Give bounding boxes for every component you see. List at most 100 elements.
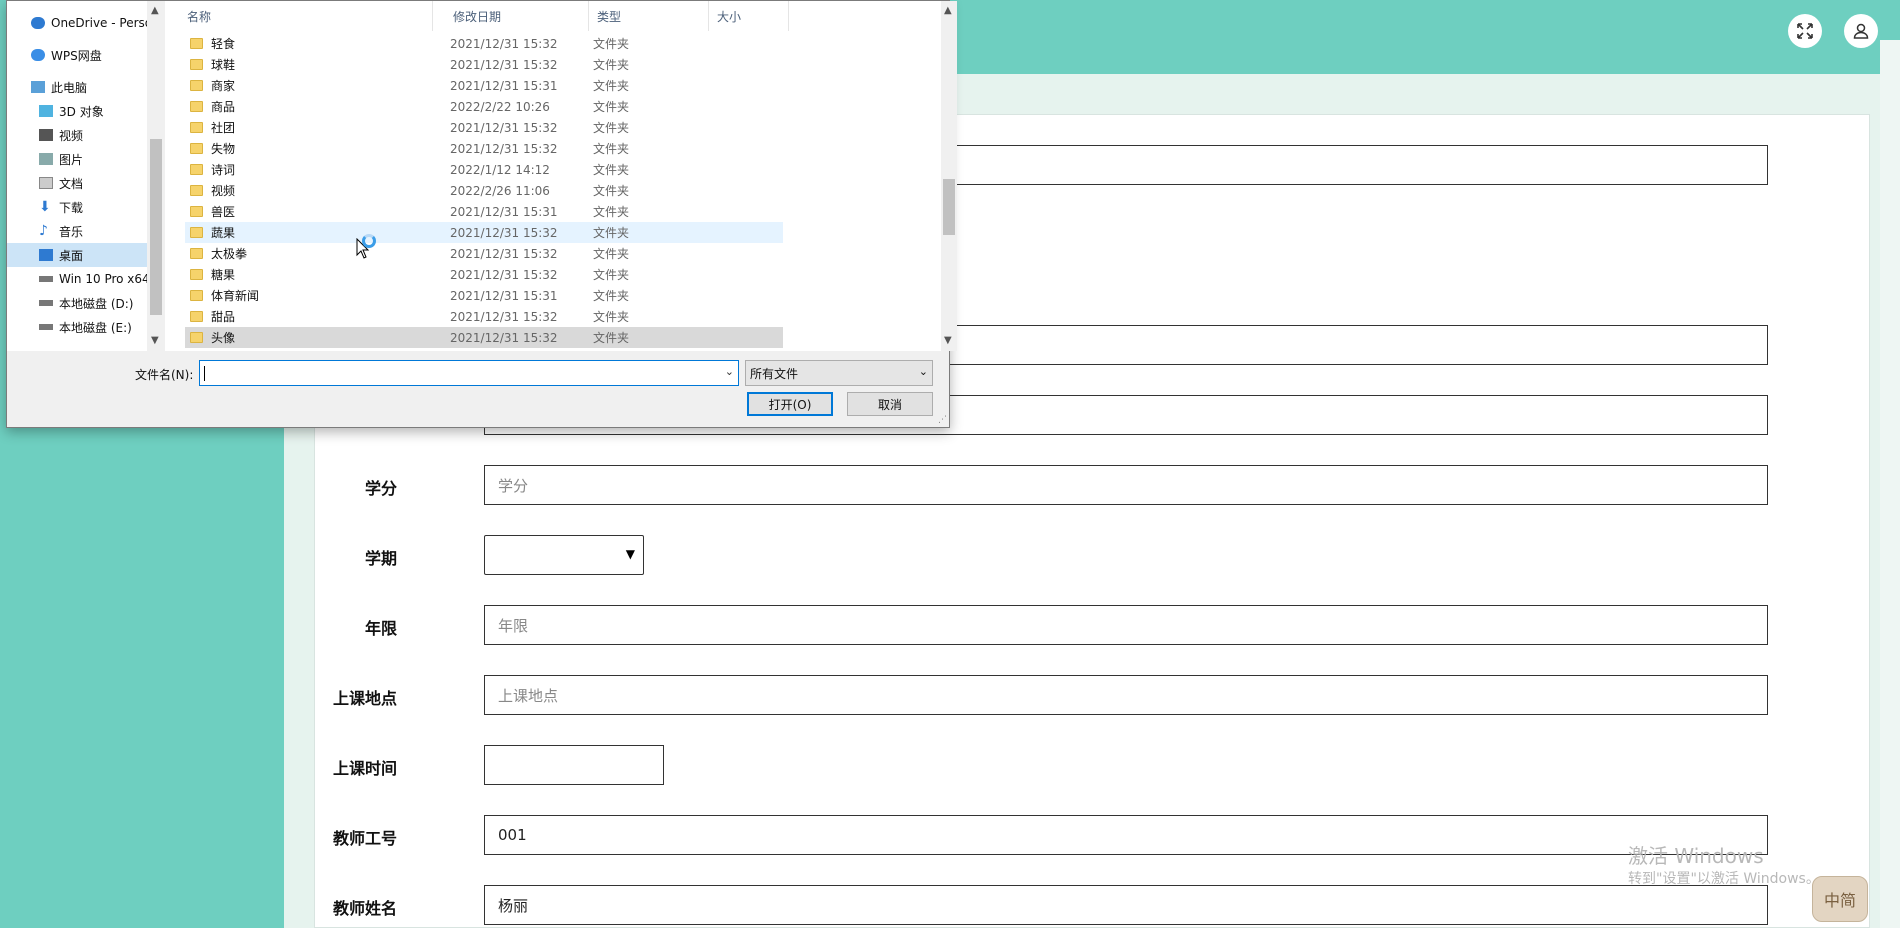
file-row[interactable]: 太极拳 2021/12/31 15:32 文件夹 (185, 243, 783, 264)
activation-watermark-text: 转到"设置"以激活 Windows。 (1628, 871, 1820, 887)
nav-onedrive[interactable]: OneDrive - Perso (7, 11, 147, 35)
years-label: 年限 (364, 619, 397, 638)
nav-scroll-thumb[interactable] (150, 139, 162, 315)
form-row-credit: 学分 学分 (315, 465, 1871, 507)
file-row-selected[interactable]: 头像 2021/12/31 15:32 文件夹 (185, 327, 783, 348)
teacher-id-input[interactable]: 001 (484, 815, 1768, 855)
scroll-down-arrow-icon[interactable]: ▼ (151, 335, 159, 346)
picture-icon (39, 153, 53, 165)
column-type[interactable]: 类型 (589, 1, 709, 31)
file-row[interactable]: 社团 2021/12/31 15:32 文件夹 (185, 117, 783, 138)
years-input[interactable]: 年限 (484, 605, 1768, 645)
side-decoration (1880, 40, 1900, 928)
user-icon[interactable] (1844, 14, 1878, 48)
chevron-down-icon[interactable]: ⌄ (725, 365, 734, 378)
folder-icon (190, 185, 203, 196)
scroll-up-arrow-icon[interactable]: ▲ (151, 5, 159, 16)
credit-input[interactable]: 学分 (484, 465, 1768, 505)
expand-icon[interactable] (1788, 14, 1822, 48)
form-row-location: 上课地点 上课地点 (315, 675, 1871, 717)
nav-wps[interactable]: WPS网盘 (7, 43, 147, 67)
navigation-pane: OneDrive - Perso WPS网盘 此电脑 3D 对象 视频 图片 文… (7, 1, 147, 351)
teacher-id-label: 教师工号 (332, 829, 397, 848)
busy-spinner-icon (362, 234, 376, 248)
folder-icon (190, 206, 203, 217)
file-row[interactable]: 视频 2022/2/26 11:06 文件夹 (185, 180, 783, 201)
folder-icon (190, 38, 203, 49)
file-open-dialog: OneDrive - Perso WPS网盘 此电脑 3D 对象 视频 图片 文… (6, 0, 957, 428)
file-list-scrollbar[interactable]: ▲ ▼ (941, 1, 957, 351)
nav-drive-e[interactable]: 本地磁盘 (E:) (7, 315, 147, 339)
teacher-name-input[interactable]: 杨丽 (484, 885, 1768, 925)
location-input[interactable]: 上课地点 (484, 675, 1768, 715)
file-list: 名称 修改日期 类型 大小 轻食 2021/12/31 15:32 文件夹 球鞋 20… (165, 1, 941, 351)
file-type-filter[interactable]: 所有文件 ⌄ (745, 360, 933, 386)
file-row[interactable]: 兽医 2021/12/31 15:31 文件夹 (185, 201, 783, 222)
cube-icon (39, 105, 53, 117)
drive-icon (39, 300, 53, 306)
nav-pictures[interactable]: 图片 (7, 147, 147, 171)
folder-icon (190, 164, 203, 175)
teacher-name-label: 教师姓名 (332, 899, 397, 918)
form-row-years: 年限 年限 (315, 605, 1871, 647)
resize-grip-icon[interactable]: ⋰ (938, 415, 947, 425)
nav-drive-c[interactable]: Win 10 Pro x64 (7, 267, 147, 291)
file-row[interactable]: 失物 2021/12/31 15:32 文件夹 (185, 138, 783, 159)
folder-icon (190, 143, 203, 154)
text-caret (204, 366, 205, 381)
folder-icon (190, 59, 203, 70)
nav-scrollbar[interactable]: ▲ ▼ (147, 1, 165, 351)
nav-downloads[interactable]: ⬇ 下载 (7, 195, 147, 219)
cancel-button[interactable]: 取消 (847, 392, 933, 416)
file-row[interactable]: 商家 2021/12/31 15:31 文件夹 (185, 75, 783, 96)
time-label: 上课时间 (332, 759, 397, 778)
form-row-term: 学期 ▼ (315, 535, 1871, 577)
folder-icon (190, 290, 203, 301)
nav-documents[interactable]: 文档 (7, 171, 147, 195)
open-button[interactable]: 打开(O) (747, 392, 833, 416)
form-row-teacher-name: 教师姓名 杨丽 (315, 885, 1871, 927)
file-row[interactable]: 轻食 2021/12/31 15:32 文件夹 (185, 33, 783, 54)
column-date[interactable]: 修改日期 (445, 1, 589, 31)
chevron-down-icon: ▼ (625, 547, 635, 561)
music-icon: ♪ (39, 223, 48, 239)
file-row[interactable]: 球鞋 2021/12/31 15:32 文件夹 (185, 54, 783, 75)
folder-icon (190, 332, 203, 343)
scroll-down-arrow-icon[interactable]: ▼ (944, 335, 952, 346)
folder-icon (190, 227, 203, 238)
ime-indicator[interactable]: 中简 (1812, 876, 1868, 922)
file-row[interactable]: 商品 2022/2/22 10:26 文件夹 (185, 96, 783, 117)
cloud-icon (31, 49, 45, 61)
file-row[interactable]: 甜品 2021/12/31 15:32 文件夹 (185, 306, 783, 327)
folder-icon (190, 80, 203, 91)
chevron-down-icon: ⌄ (918, 365, 928, 378)
scroll-up-arrow-icon[interactable]: ▲ (944, 5, 952, 16)
term-label: 学期 (364, 549, 397, 568)
computer-icon (31, 81, 45, 93)
location-label: 上课地点 (332, 689, 397, 708)
download-icon: ⬇ (39, 199, 51, 215)
file-row[interactable]: 诗词 2022/1/12 14:12 文件夹 (185, 159, 783, 180)
nav-video[interactable]: 视频 (7, 123, 147, 147)
column-size[interactable]: 大小 (709, 1, 789, 31)
file-row[interactable]: 体育新闻 2021/12/31 15:31 文件夹 (185, 285, 783, 306)
folder-icon (190, 248, 203, 259)
folder-icon (190, 101, 203, 112)
folder-icon (190, 122, 203, 133)
nav-drive-d[interactable]: 本地磁盘 (D:) (7, 291, 147, 315)
term-select[interactable]: ▼ (484, 535, 644, 575)
filename-label: 文件名(N): (135, 368, 194, 382)
nav-desktop[interactable]: 桌面 (7, 243, 147, 267)
nav-music[interactable]: ♪ 音乐 (7, 219, 147, 243)
nav-this-pc[interactable]: 此电脑 (7, 75, 147, 99)
time-input[interactable] (484, 745, 664, 785)
file-row[interactable]: 糖果 2021/12/31 15:32 文件夹 (185, 264, 783, 285)
filename-input[interactable]: ⌄ (199, 360, 739, 386)
desktop-icon (39, 249, 53, 261)
nav-3d[interactable]: 3D 对象 (7, 99, 147, 123)
file-list-scroll-thumb[interactable] (943, 179, 955, 235)
credit-label: 学分 (364, 479, 397, 498)
column-name[interactable]: 名称 (179, 1, 433, 31)
form-row-time: 上课时间 (315, 745, 1871, 787)
file-row-hovered[interactable]: 蔬果 2021/12/31 15:32 文件夹 (185, 222, 783, 243)
